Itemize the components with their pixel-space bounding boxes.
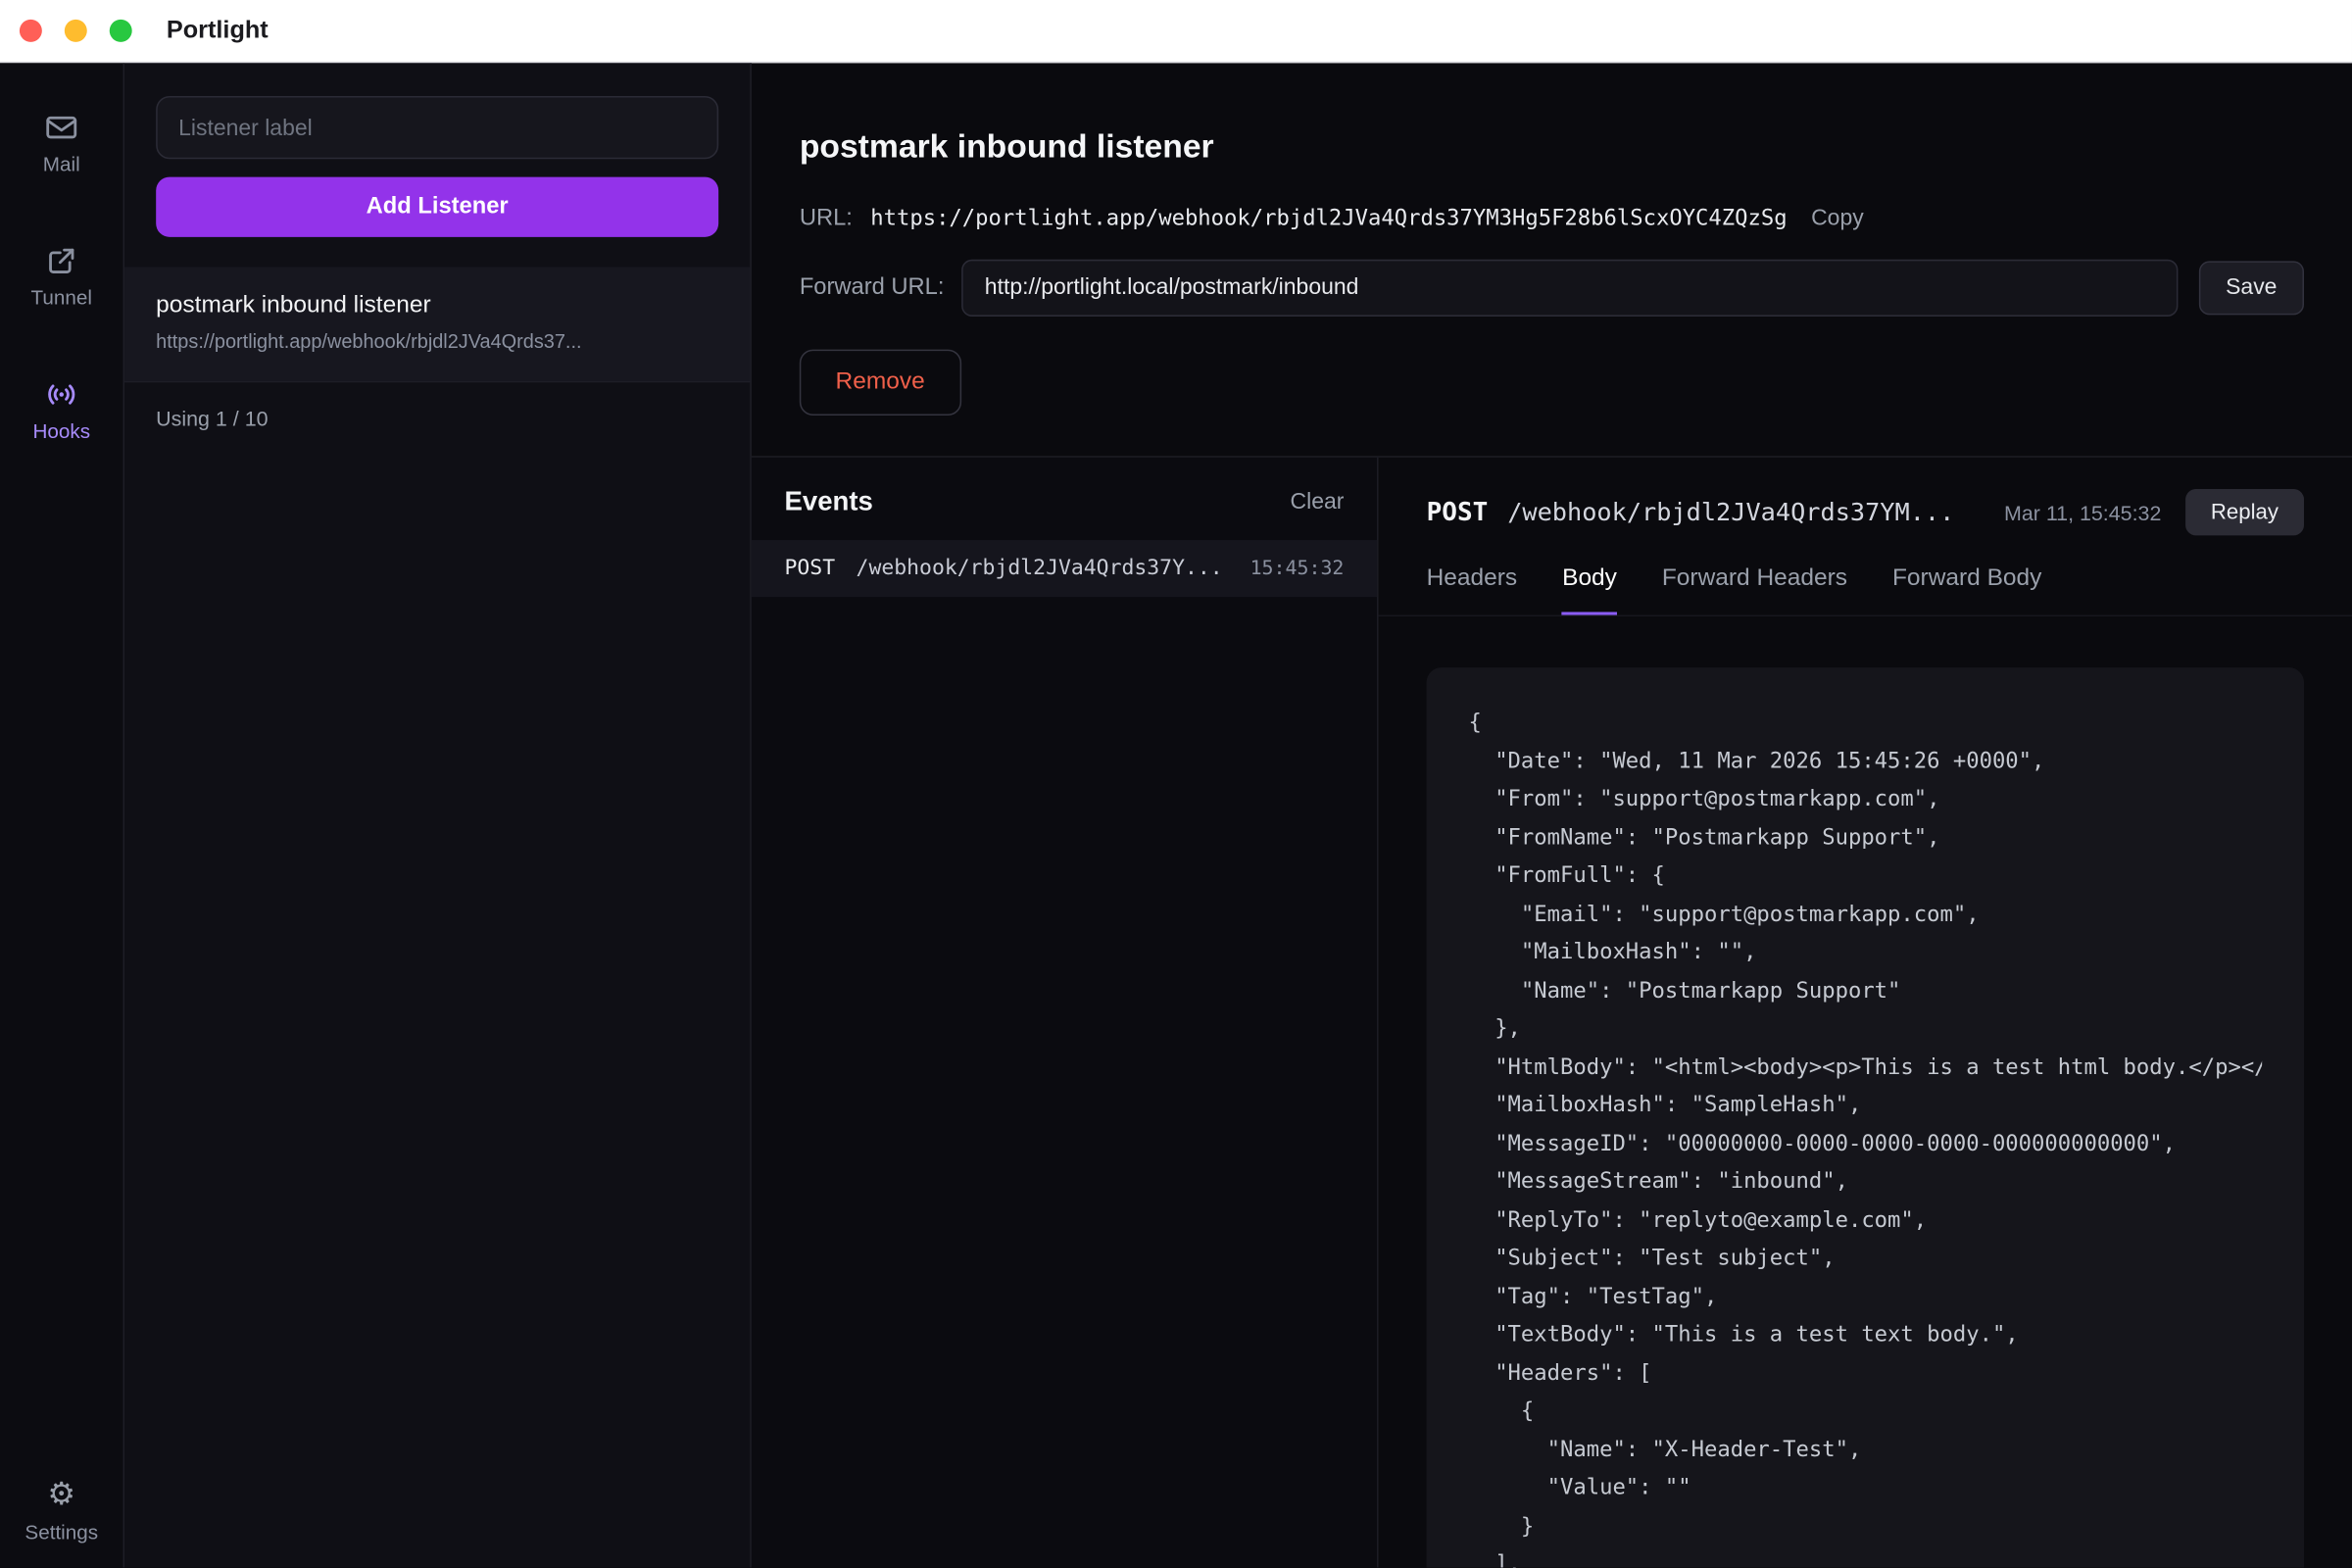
replay-button[interactable]: Replay <box>2185 489 2304 535</box>
traffic-lights <box>0 20 132 42</box>
request-path: /webhook/rbjdl2JVa4Qrds37YM... <box>1507 498 1954 526</box>
request-method: POST <box>1427 497 1489 527</box>
external-link-icon <box>45 244 78 277</box>
webhook-url-value: https://portlight.app/webhook/rbjdl2JVa4… <box>870 207 1787 230</box>
add-listener-button[interactable]: Add Listener <box>156 177 718 237</box>
sidebar-item-mail[interactable]: Mail <box>43 111 80 175</box>
tab-body[interactable]: Body <box>1562 565 1617 615</box>
tab-forward-headers[interactable]: Forward Headers <box>1662 565 1847 615</box>
copy-url-button[interactable]: Copy <box>1811 205 1864 230</box>
main-area: postmark inbound listener URL: https://p… <box>752 63 2352 1568</box>
forward-url-label: Forward URL: <box>800 274 945 302</box>
listener-list: postmark inbound listener https://portli… <box>124 267 750 454</box>
listeners-panel: Add Listener postmark inbound listener h… <box>124 63 752 1568</box>
save-button[interactable]: Save <box>2199 261 2304 315</box>
gear-icon: ⚙ <box>47 1480 75 1513</box>
listener-url: https://portlight.app/webhook/rbjdl2JVa4… <box>156 330 718 353</box>
zoom-window-button[interactable] <box>110 20 132 42</box>
event-time: 15:45:32 <box>1250 558 1345 580</box>
forward-url-input[interactable] <box>962 259 2178 316</box>
events-title: Events <box>785 486 873 517</box>
sidebar-item-tunnel[interactable]: Tunnel <box>31 244 92 309</box>
app-window: Portlight Mail Tunnel Hooks <box>0 0 2352 1568</box>
listener-label-input[interactable] <box>156 96 718 159</box>
sidebar-item-label: Settings <box>24 1521 98 1544</box>
request-timestamp: Mar 11, 15:45:32 <box>1984 500 2162 523</box>
webhook-url-row: URL: https://portlight.app/webhook/rbjdl… <box>800 205 2304 232</box>
listener-detail: postmark inbound listener URL: https://p… <box>752 63 2352 458</box>
request-body-json: { "Date": "Wed, 11 Mar 2026 15:45:26 +00… <box>1468 705 2262 1568</box>
tab-forward-body[interactable]: Forward Body <box>1892 565 2041 615</box>
sidebar-item-hooks[interactable]: Hooks <box>32 378 90 443</box>
event-method: POST <box>785 557 836 580</box>
tab-headers[interactable]: Headers <box>1427 565 1518 615</box>
request-body-panel[interactable]: { "Date": "Wed, 11 Mar 2026 15:45:26 +00… <box>1427 667 2304 1568</box>
envelope-icon <box>45 111 78 144</box>
forward-url-row: Forward URL: Save <box>800 259 2304 316</box>
close-window-button[interactable] <box>20 20 42 42</box>
sidebar: Mail Tunnel Hooks ⚙ Settings <box>0 63 124 1568</box>
url-label: URL: <box>800 205 853 232</box>
request-body-wrap: { "Date": "Wed, 11 Mar 2026 15:45:26 +00… <box>1379 616 2352 1568</box>
events-panel: Events Clear POST /webhook/rbjdl2JVa4Qrd… <box>752 458 1379 1568</box>
event-row[interactable]: POST /webhook/rbjdl2JVa4Qrds37Y... 15:45… <box>752 540 1377 597</box>
page-title: postmark inbound listener <box>800 127 2304 167</box>
listener-name: postmark inbound listener <box>156 292 718 319</box>
sidebar-item-label: Tunnel <box>31 286 92 309</box>
usage-counter: Using 1 / 10 <box>124 381 750 455</box>
listener-list-item[interactable]: postmark inbound listener https://portli… <box>124 267 750 380</box>
event-path: /webhook/rbjdl2JVa4Qrds37Y... <box>857 557 1230 580</box>
minimize-window-button[interactable] <box>65 20 87 42</box>
remove-listener-button[interactable]: Remove <box>800 349 961 415</box>
sidebar-item-label: Hooks <box>32 420 90 443</box>
broadcast-icon <box>43 378 79 412</box>
request-tabs: Headers Body Forward Headers Forward Bod… <box>1379 535 2352 616</box>
request-panel: POST /webhook/rbjdl2JVa4Qrds37YM... Mar … <box>1379 458 2352 1568</box>
window-title: Portlight <box>167 17 269 45</box>
clear-events-button[interactable]: Clear <box>1291 489 1345 514</box>
sidebar-item-settings[interactable]: ⚙ Settings <box>24 1480 98 1544</box>
titlebar: Portlight <box>0 0 2352 63</box>
request-header: POST /webhook/rbjdl2JVa4Qrds37YM... Mar … <box>1379 458 2352 536</box>
sidebar-item-label: Mail <box>43 153 80 175</box>
